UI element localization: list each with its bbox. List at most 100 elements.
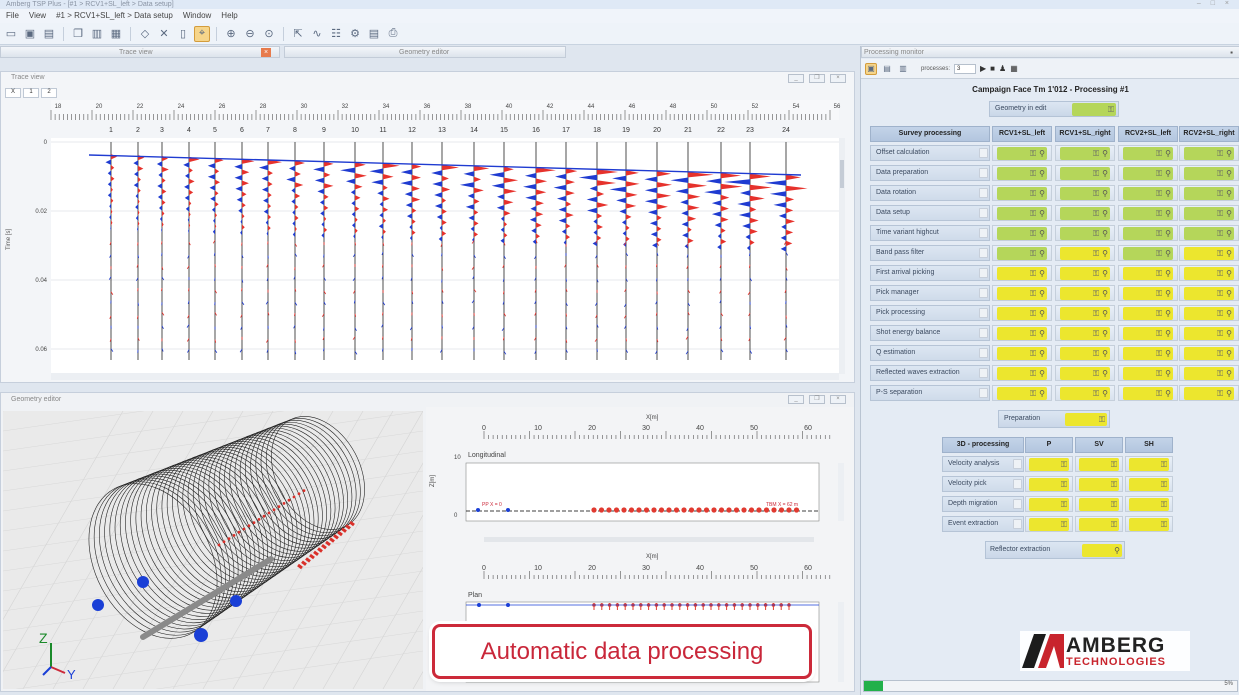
step-run-button[interactable]	[979, 268, 988, 278]
status-indicator[interactable]: ⚿	[1079, 498, 1119, 511]
longitudinal-scrollbar[interactable]	[484, 537, 814, 542]
receiver-sphere[interactable]	[137, 576, 149, 588]
status-indicator[interactable]: ⚿ ⚲	[1060, 287, 1110, 300]
status-indicator[interactable]: ⚿ ⚲	[997, 347, 1047, 360]
status-indicator[interactable]: ⚿ ⚲	[997, 247, 1047, 260]
status-indicator[interactable]: ⚿ ⚲	[997, 147, 1047, 160]
status-indicator[interactable]: ⚿	[1029, 458, 1069, 471]
status-indicator[interactable]: ⚿ ⚲	[997, 287, 1047, 300]
save-icon[interactable]: ▣	[22, 26, 38, 42]
restore-icon[interactable]: ❐	[809, 395, 825, 404]
status-indicator[interactable]: ⚿ ⚲	[1060, 227, 1110, 240]
settings-icon[interactable]: ⚙	[347, 26, 363, 42]
step-run-button[interactable]	[979, 228, 988, 238]
status-indicator[interactable]: ⚿ ⚲	[1123, 187, 1173, 200]
preparation-status[interactable]: ⚿	[1065, 413, 1107, 426]
subtab-2[interactable]: 2	[41, 88, 57, 98]
diamond-icon[interactable]: ◇	[137, 26, 153, 42]
plan-vscroll[interactable]	[838, 602, 844, 682]
status-indicator[interactable]: ⚿ ⚲	[1184, 167, 1234, 180]
status-indicator[interactable]: ⚿ ⚲	[1060, 367, 1110, 380]
step-run-button[interactable]	[979, 188, 988, 198]
step-run-button[interactable]	[979, 248, 988, 258]
status-indicator[interactable]: ⚿ ⚲	[1184, 207, 1234, 220]
data-icon[interactable]: ☷	[328, 26, 344, 42]
table-icon[interactable]: ▦	[108, 26, 124, 42]
status-indicator[interactable]: ⚿ ⚲	[1184, 387, 1234, 400]
menu-window[interactable]: Window	[183, 9, 211, 23]
status-indicator[interactable]: ⚿ ⚲	[1123, 167, 1173, 180]
report-icon[interactable]: ▥	[897, 63, 909, 75]
close-icon[interactable]: ×	[261, 48, 271, 57]
step-run-button[interactable]	[979, 168, 988, 178]
status-indicator[interactable]: ⚿ ⚲	[997, 367, 1047, 380]
status-indicator[interactable]: ⚿ ⚲	[1184, 287, 1234, 300]
step-run-button[interactable]	[1013, 479, 1022, 489]
status-indicator[interactable]: ⚿	[1029, 478, 1069, 491]
status-indicator[interactable]: ⚿ ⚲	[997, 227, 1047, 240]
scrollbar-thumb[interactable]	[840, 160, 844, 188]
open-icon[interactable]: ▭	[3, 26, 19, 42]
status-indicator[interactable]: ⚿ ⚲	[1123, 207, 1173, 220]
status-indicator[interactable]: ⚿	[1079, 518, 1119, 531]
status-indicator[interactable]: ⚿ ⚲	[1184, 267, 1234, 280]
close-icon[interactable]: ×	[830, 74, 846, 83]
print-icon[interactable]: ⎙	[385, 26, 401, 42]
zoom-in-icon[interactable]: ⊕	[223, 26, 239, 42]
status-indicator[interactable]: ⚿ ⚲	[997, 167, 1047, 180]
status-indicator[interactable]: ⚿	[1079, 478, 1119, 491]
status-indicator[interactable]: ⚿ ⚲	[1060, 207, 1110, 220]
status-indicator[interactable]: ⚿ ⚲	[1060, 327, 1110, 340]
restore-icon[interactable]: ❐	[809, 74, 825, 83]
processes-select[interactable]: 3	[954, 63, 977, 74]
status-indicator[interactable]: ⚿ ⚲	[997, 207, 1047, 220]
copy-icon[interactable]: ❐	[70, 26, 86, 42]
subtab-x[interactable]: X	[5, 88, 21, 98]
list-icon[interactable]: ▤	[881, 63, 893, 75]
receiver-sphere[interactable]	[92, 599, 104, 611]
status-indicator[interactable]: ⚿ ⚲	[1123, 327, 1173, 340]
pdf-icon[interactable]: ▤	[366, 26, 382, 42]
status-indicator[interactable]: ⚿ ⚲	[997, 307, 1047, 320]
status-indicator[interactable]: ⚿	[1079, 458, 1119, 471]
status-indicator[interactable]: ⚿ ⚲	[1123, 387, 1173, 400]
status-indicator[interactable]: ⚿ ⚲	[1184, 367, 1234, 380]
table-icon[interactable]: ▦	[1010, 64, 1018, 73]
step-run-button[interactable]	[1013, 459, 1022, 469]
status-indicator[interactable]: ⚿	[1129, 478, 1169, 491]
pin-icon[interactable]: ▪	[1230, 47, 1233, 58]
step-run-button[interactable]	[979, 148, 988, 158]
horizontal-scrollbar[interactable]	[51, 373, 839, 380]
step-run-button[interactable]	[979, 308, 988, 318]
user-icon[interactable]: ♟	[999, 64, 1006, 73]
step-run-button[interactable]	[979, 388, 988, 398]
status-indicator[interactable]: ⚿	[1129, 458, 1169, 471]
status-indicator[interactable]: ⚿	[1129, 518, 1169, 531]
layout-icon[interactable]: ▥	[89, 26, 105, 42]
status-indicator[interactable]: ⚿ ⚲	[1060, 347, 1110, 360]
export-icon[interactable]: ⇱	[290, 26, 306, 42]
status-indicator[interactable]: ⚿ ⚲	[1060, 247, 1110, 260]
status-indicator[interactable]: ⚿ ⚲	[1123, 147, 1173, 160]
step-run-button[interactable]	[979, 348, 988, 358]
step-run-button[interactable]	[1013, 519, 1022, 529]
menu-file[interactable]: File	[6, 9, 19, 23]
status-indicator[interactable]: ⚿	[1129, 498, 1169, 511]
window-controls[interactable]: – □ ×	[1197, 0, 1233, 7]
minimize-icon[interactable]: _	[788, 74, 804, 83]
menu-breadcrumb[interactable]: #1 > RCV1+SL_left > Data setup	[56, 9, 173, 23]
chart-icon[interactable]: ∿	[309, 26, 325, 42]
tab-geometry-editor[interactable]: Geometry editor	[284, 46, 566, 58]
status-indicator[interactable]: ⚿ ⚲	[1123, 287, 1173, 300]
minimize-icon[interactable]: _	[788, 395, 804, 404]
status-indicator[interactable]: ⚿ ⚲	[1060, 187, 1110, 200]
receiver-sphere[interactable]	[230, 595, 242, 607]
status-indicator[interactable]: ⚿ ⚲	[1060, 307, 1110, 320]
status-indicator[interactable]: ⚿ ⚲	[1184, 247, 1234, 260]
status-indicator[interactable]: ⚿ ⚲	[1184, 327, 1234, 340]
status-indicator[interactable]: ⚿ ⚲	[1123, 367, 1173, 380]
status-indicator[interactable]: ⚿ ⚲	[997, 387, 1047, 400]
delete-icon[interactable]: ✕	[156, 26, 172, 42]
save-all-icon[interactable]: ▤	[41, 26, 57, 42]
step-run-button[interactable]	[979, 288, 988, 298]
